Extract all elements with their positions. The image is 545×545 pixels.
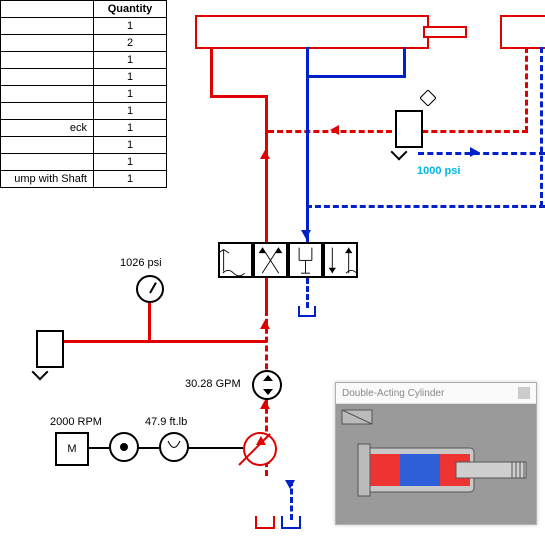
table-row: 1 <box>1 103 167 120</box>
parts-table: Quantity 1 2 1 1 1 1 eck1 1 1 ump with S… <box>0 0 167 188</box>
hose-pressure <box>525 47 528 132</box>
hose-return <box>403 47 406 77</box>
hose-pressure <box>265 95 268 243</box>
col-qty: Quantity <box>94 1 167 18</box>
table-row: 2 <box>1 35 167 52</box>
table-row: 1 <box>1 137 167 154</box>
relief-setpoint: 1000 psi <box>417 165 460 177</box>
hose-return <box>418 152 545 155</box>
hose-pressure <box>148 300 151 342</box>
flow-reading: 30.28 GPM <box>185 378 241 390</box>
variable-pump[interactable] <box>243 432 277 466</box>
arrow-icon <box>330 125 339 135</box>
coupling[interactable] <box>159 432 189 462</box>
double-acting-cylinder[interactable] <box>500 15 545 49</box>
coupling[interactable] <box>109 432 139 462</box>
double-acting-cylinder[interactable] <box>195 15 429 49</box>
gauge-reading: 1026 psi <box>120 257 162 269</box>
table-row: 1 <box>1 18 167 35</box>
relief-valve[interactable] <box>36 330 64 368</box>
tank-icon <box>297 306 317 318</box>
hose-return <box>540 47 543 207</box>
hose-return <box>306 278 309 308</box>
arrow-icon <box>301 230 311 239</box>
hose-pressure <box>210 47 213 97</box>
arrow-icon <box>285 480 295 489</box>
cylinder-cutaway-icon <box>336 404 536 524</box>
directional-valve-4-3[interactable] <box>218 242 358 278</box>
panel-header[interactable]: Double-Acting Cylinder <box>336 383 536 404</box>
col-name <box>1 1 94 18</box>
hose-pressure <box>60 340 267 343</box>
hose-return <box>306 75 406 78</box>
hose-pressure <box>210 95 267 98</box>
component-preview-panel[interactable]: Double-Acting Cylinder <box>335 382 537 525</box>
panel-action-icon[interactable] <box>518 387 530 399</box>
table-row: 1 <box>1 86 167 103</box>
table-row: ump with Shaft1 <box>1 171 167 188</box>
relief-valve[interactable] <box>395 110 423 148</box>
table-row: eck1 <box>1 120 167 137</box>
shaft <box>187 447 243 449</box>
arrow-icon <box>260 400 270 409</box>
hose-return <box>306 205 545 208</box>
electric-motor[interactable]: M <box>55 432 89 466</box>
cylinder-rod <box>423 26 467 38</box>
tank-icon <box>254 516 276 530</box>
motor-icon: M <box>67 443 76 455</box>
arrow-icon <box>260 150 270 159</box>
table-row: 1 <box>1 154 167 171</box>
torque-reading: 47.9 ft.lb <box>145 416 187 428</box>
shaft <box>137 447 159 449</box>
pressure-gauge[interactable] <box>136 275 164 303</box>
check-valve-icon <box>420 90 436 106</box>
tank-icon <box>280 516 302 530</box>
panel-body <box>336 404 536 524</box>
shaft <box>87 447 109 449</box>
arrow-icon <box>470 147 479 157</box>
hose-pressure <box>265 277 268 312</box>
arrow-icon <box>260 320 270 329</box>
speed-reading: 2000 RPM <box>50 416 102 428</box>
flow-meter[interactable] <box>252 370 282 400</box>
table-row: 1 <box>1 52 167 69</box>
schematic-canvas[interactable]: Quantity 1 2 1 1 1 1 eck1 1 1 ump with S… <box>0 0 545 545</box>
panel-title: Double-Acting Cylinder <box>342 388 444 399</box>
table-row: 1 <box>1 69 167 86</box>
